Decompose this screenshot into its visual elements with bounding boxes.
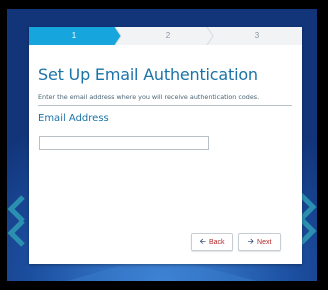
page-title: Set Up Email Authentication bbox=[38, 65, 258, 84]
wizard-steps: 1 2 3 bbox=[29, 27, 302, 45]
next-button-label: Next bbox=[257, 238, 272, 246]
step-2-label: 2 bbox=[165, 31, 171, 40]
email-label: Email Address bbox=[38, 113, 109, 124]
email-field[interactable] bbox=[39, 136, 209, 150]
back-button[interactable]: 🡨 Back bbox=[191, 233, 233, 251]
step-3-label: 3 bbox=[254, 31, 260, 40]
arrow-right-icon: 🡪 bbox=[247, 237, 255, 246]
arrow-left-icon: 🡨 bbox=[199, 237, 206, 246]
divider bbox=[38, 105, 292, 106]
setup-wizard-dialog: 1 2 3 Set Up Email Authentication Enter … bbox=[29, 27, 302, 264]
step-1-label: 1 bbox=[71, 31, 77, 40]
next-button[interactable]: 🡪 Next bbox=[238, 233, 281, 251]
back-button-label: Back bbox=[208, 238, 225, 246]
instruction-text: Enter the email address where you will r… bbox=[38, 93, 260, 101]
desktop-background: 1 2 3 Set Up Email Authentication Enter … bbox=[7, 9, 317, 281]
window-frame: 1 2 3 Set Up Email Authentication Enter … bbox=[0, 0, 328, 290]
